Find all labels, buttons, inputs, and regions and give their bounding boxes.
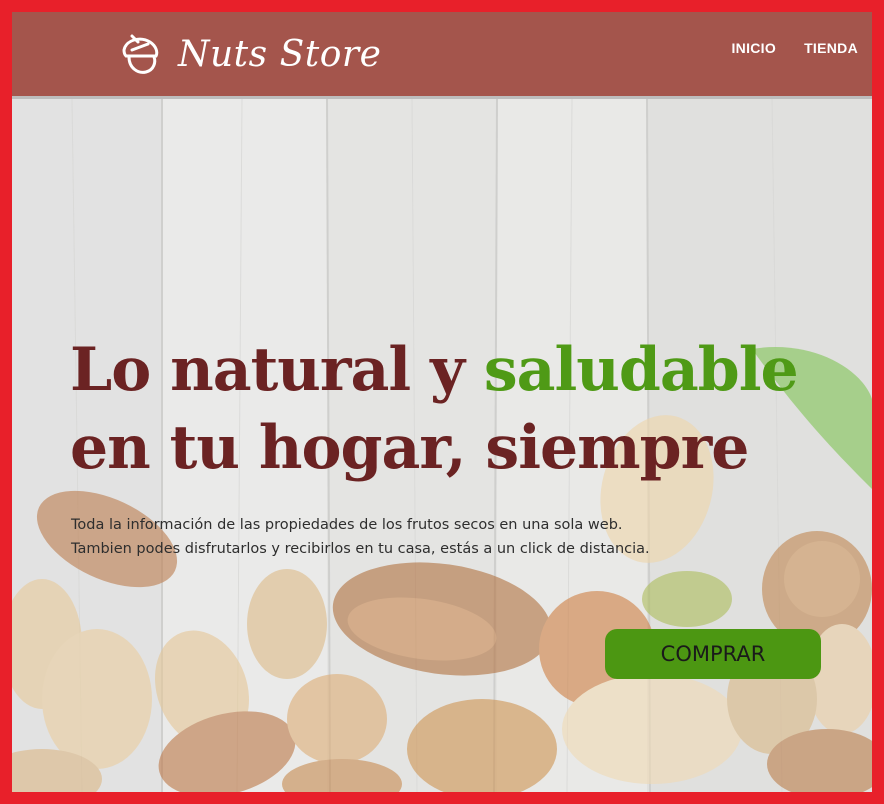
main-nav: INICIO TIENDA xyxy=(731,40,858,56)
brand-logo[interactable]: Nuts Store xyxy=(118,25,381,83)
hero-headline: Lo natural y saludable en tu hogar, siem… xyxy=(70,331,840,487)
brand-name: Nuts Store xyxy=(178,33,382,75)
comprar-button[interactable]: COMPRAR xyxy=(605,629,821,679)
description-line-1: Toda la información de las propiedades d… xyxy=(71,517,623,533)
headline-accent-word: saludable xyxy=(483,335,799,405)
description-line-2: Tambien podes disfrutarlos y recibirlos … xyxy=(71,541,650,557)
acorn-icon xyxy=(122,34,159,74)
hero-description: Toda la información de las propiedades d… xyxy=(71,513,771,561)
site-header: Nuts Store INICIO TIENDA xyxy=(12,12,872,99)
headline-text-start: Lo natural y xyxy=(70,335,484,405)
nav-item-inicio[interactable]: INICIO xyxy=(731,40,776,56)
hero-section: Lo natural y saludable en tu hogar, siem… xyxy=(12,99,872,792)
nav-item-tienda[interactable]: TIENDA xyxy=(804,40,858,56)
page-frame: Nuts Store INICIO TIENDA Lo natural y sa… xyxy=(12,12,872,792)
headline-text-end: en tu hogar, siempre xyxy=(70,413,749,483)
